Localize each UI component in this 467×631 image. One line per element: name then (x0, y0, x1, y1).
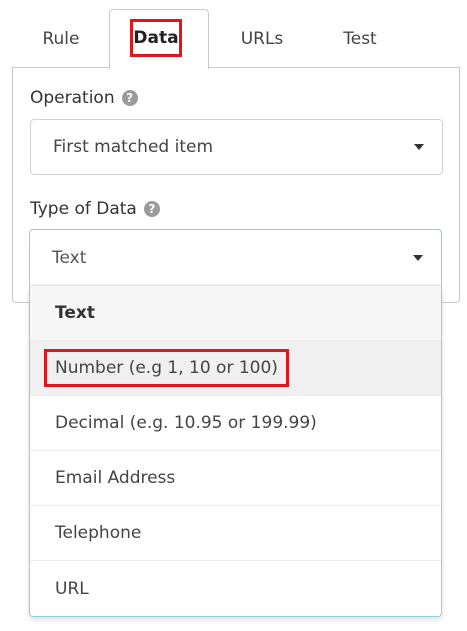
type-of-data-select-value: Text (52, 247, 87, 268)
tab-data-label: Data (130, 19, 182, 57)
tab-rule[interactable]: Rule (26, 24, 96, 54)
tab-bar: Rule Data URLs Test (0, 0, 467, 69)
operation-select-value: First matched item (53, 137, 214, 157)
dropdown-option-decimal[interactable]: Decimal (e.g. 10.95 or 199.99) (30, 396, 441, 451)
type-of-data-label: Type of Data ? (30, 199, 160, 219)
type-of-data-select[interactable]: Text (29, 229, 442, 285)
operation-label-text: Operation (30, 88, 115, 108)
dropdown-option-text[interactable]: Text (30, 286, 441, 341)
tab-urls[interactable]: URLs (225, 24, 299, 54)
chevron-down-icon (414, 144, 424, 150)
tab-test[interactable]: Test (325, 24, 395, 54)
dropdown-option-label: Email Address (55, 468, 176, 488)
dropdown-option-number[interactable]: Number (e.g 1, 10 or 100) (30, 341, 441, 396)
operation-label: Operation ? (30, 88, 138, 108)
dropdown-option-url[interactable]: URL (30, 561, 441, 616)
annotation-highlight-box: Number (e.g 1, 10 or 100) (44, 349, 289, 387)
dropdown-option-label: URL (55, 578, 89, 599)
help-icon[interactable]: ? (121, 90, 138, 106)
tab-data[interactable]: Data (109, 9, 209, 69)
dropdown-option-email-address[interactable]: Email Address (30, 451, 441, 506)
type-of-data-dropdown: Text Number (e.g 1, 10 or 100) Decimal (… (29, 285, 442, 617)
operation-select[interactable]: First matched item (30, 119, 443, 175)
dropdown-option-label: Text (55, 303, 95, 323)
chevron-down-icon (413, 254, 423, 261)
dropdown-option-label: Decimal (e.g. 10.95 or 199.99) (55, 413, 317, 433)
help-icon[interactable]: ? (143, 201, 160, 217)
dropdown-option-label: Number (e.g 1, 10 or 100) (55, 358, 278, 378)
type-of-data-label-text: Type of Data (30, 199, 137, 219)
dropdown-option-telephone[interactable]: Telephone (30, 506, 441, 561)
data-settings-form: Rule Data URLs Test Operation ? First ma… (0, 0, 467, 631)
dropdown-option-label: Telephone (55, 523, 142, 543)
